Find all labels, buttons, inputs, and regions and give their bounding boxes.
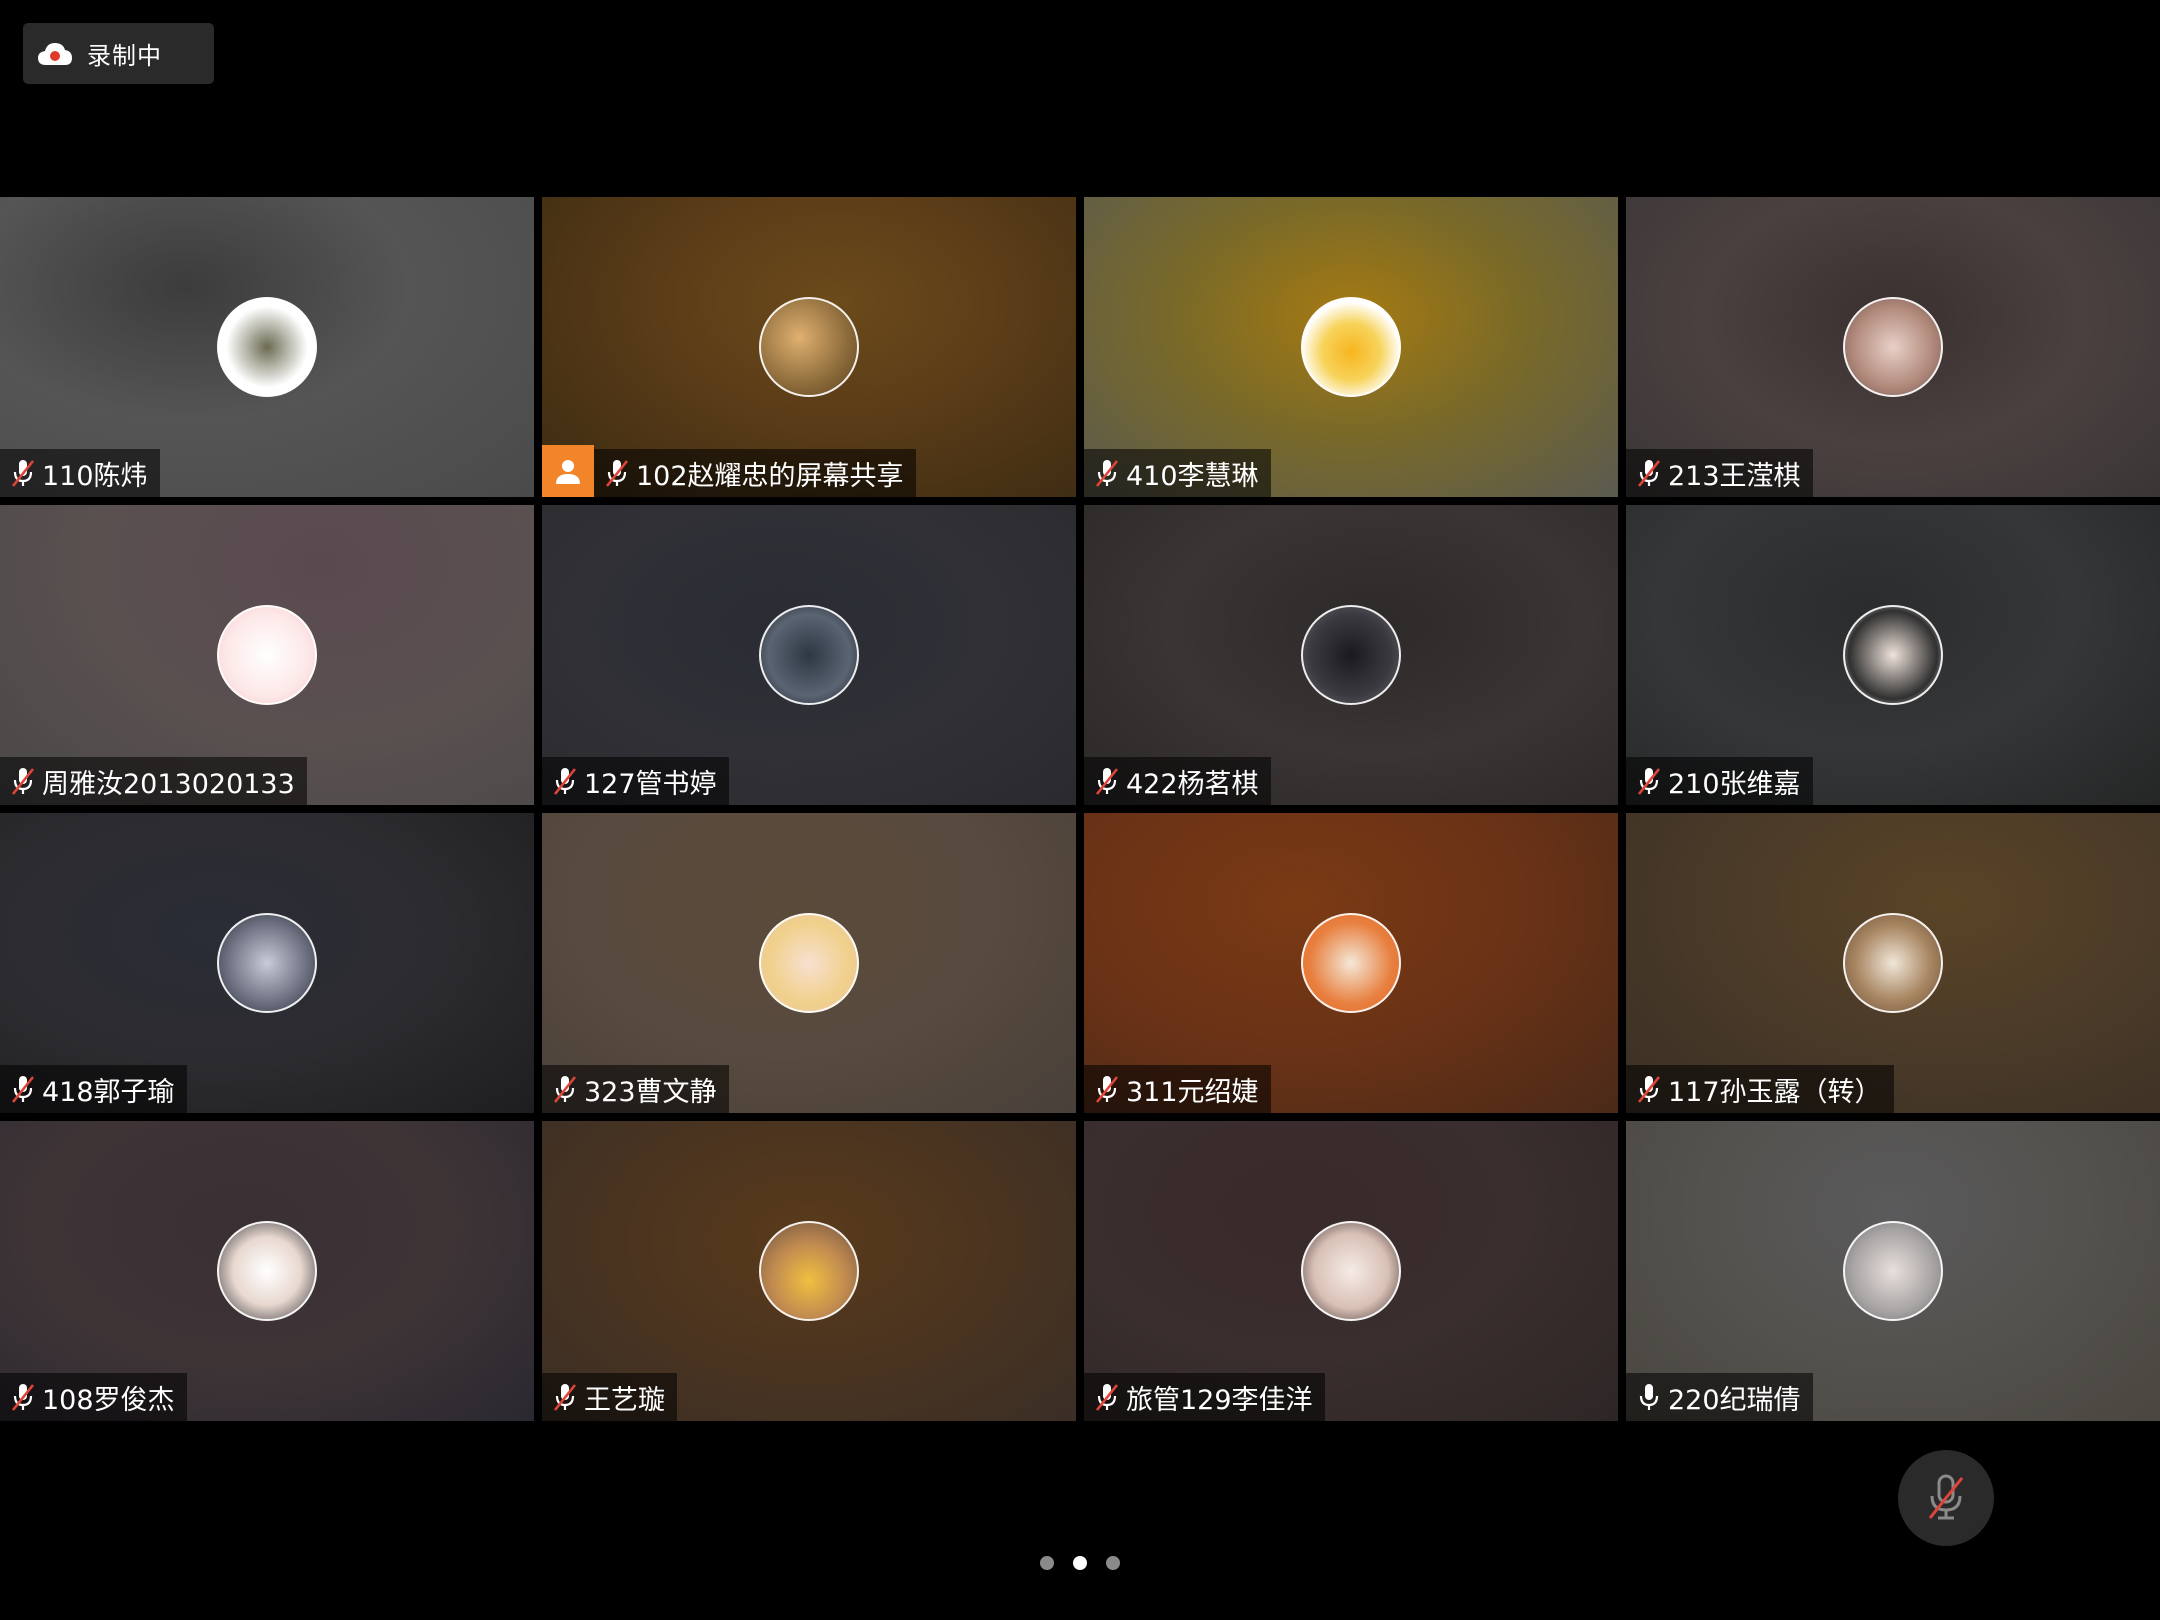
mic-muted-icon	[1095, 1076, 1119, 1103]
mic-muted-icon	[1095, 768, 1119, 795]
mic-muted-icon	[605, 460, 629, 487]
participant-name: 108罗俊杰	[42, 1384, 175, 1416]
participant-avatar	[1301, 913, 1401, 1013]
participant-name: 110陈炜	[42, 460, 148, 492]
participant-tile[interactable]: 旅管129李佳洋	[1084, 1121, 1618, 1421]
participant-avatar	[759, 605, 859, 705]
participant-name: 210张维嘉	[1668, 768, 1801, 800]
mic-muted-icon	[553, 1384, 577, 1411]
participant-tile[interactable]: 422杨茗棋	[1084, 505, 1618, 805]
participant-tile[interactable]: 127管书婷	[542, 505, 1076, 805]
mic-muted-icon	[1637, 1076, 1661, 1103]
participant-tile[interactable]: 210张维嘉	[1626, 505, 2160, 805]
participant-avatar	[1301, 1221, 1401, 1321]
participant-avatar	[217, 1221, 317, 1321]
participant-name: 王艺璇	[584, 1384, 665, 1416]
participant-name-bar: 220纪瑞倩	[1626, 1373, 1813, 1421]
participant-name: 323曹文静	[584, 1076, 717, 1108]
mic-muted-icon	[1095, 1384, 1119, 1411]
cloud-record-icon	[38, 42, 72, 65]
participant-avatar	[759, 1221, 859, 1321]
mic-muted-icon	[11, 768, 35, 795]
participant-name-bar: 311元绍婕	[1084, 1065, 1271, 1113]
mic-muted-icon	[11, 460, 35, 487]
participant-name: 102赵耀忠的屏幕共享	[636, 460, 904, 492]
mic-icon	[1639, 1384, 1659, 1410]
participant-tile[interactable]: 108罗俊杰	[0, 1121, 534, 1421]
participant-tile[interactable]: 418郭子瑜	[0, 813, 534, 1113]
participant-tile[interactable]: 周雅汝2013020133	[0, 505, 534, 805]
participant-grid: 110陈炜 102赵耀忠的屏幕共享 410李慧琳 213王滢棋周雅汝201302013…	[0, 197, 2160, 1423]
mic-muted-icon	[1928, 1474, 1964, 1520]
recording-indicator[interactable]: 录制中	[23, 23, 214, 84]
participant-name: 410李慧琳	[1126, 460, 1259, 492]
participant-name: 127管书婷	[584, 768, 717, 800]
participant-name-bar: 周雅汝2013020133	[0, 757, 307, 805]
participant-name: 311元绍婕	[1126, 1076, 1259, 1108]
participant-avatar	[217, 913, 317, 1013]
participant-name-bar: 210张维嘉	[1626, 757, 1813, 805]
mute-toggle-button[interactable]	[1898, 1450, 1994, 1546]
participant-avatar	[1843, 605, 1943, 705]
participant-tile[interactable]: 220纪瑞倩	[1626, 1121, 2160, 1421]
mic-muted-icon	[553, 768, 577, 795]
participant-name-bar: 117孙玉露（转）	[1626, 1065, 1894, 1113]
person-share-icon	[542, 445, 594, 497]
participant-tile[interactable]: 102赵耀忠的屏幕共享	[542, 197, 1076, 497]
participant-tile[interactable]: 213王滢棋	[1626, 197, 2160, 497]
participant-name: 213王滢棋	[1668, 460, 1801, 492]
participant-name-bar: 323曹文静	[542, 1065, 729, 1113]
participant-avatar	[217, 605, 317, 705]
recording-label: 录制中	[87, 42, 162, 70]
participant-name-bar: 418郭子瑜	[0, 1065, 187, 1113]
participant-tile[interactable]: 311元绍婕	[1084, 813, 1618, 1113]
page-dot[interactable]	[1106, 1556, 1120, 1570]
participant-tile[interactable]: 110陈炜	[0, 197, 534, 497]
participant-name: 422杨茗棋	[1126, 768, 1259, 800]
mic-muted-icon	[1637, 460, 1661, 487]
participant-tile[interactable]: 117孙玉露（转）	[1626, 813, 2160, 1113]
participant-avatar	[1843, 1221, 1943, 1321]
participant-name-bar: 127管书婷	[542, 757, 729, 805]
participant-name-bar: 王艺璇	[542, 1373, 677, 1421]
participant-avatar	[759, 297, 859, 397]
participant-name-bar: 102赵耀忠的屏幕共享	[594, 449, 916, 497]
participant-tile[interactable]: 王艺璇	[542, 1121, 1076, 1421]
participant-name-bar: 旅管129李佳洋	[1084, 1373, 1325, 1421]
participant-tile[interactable]: 323曹文静	[542, 813, 1076, 1113]
mic-muted-icon	[1637, 768, 1661, 795]
participant-avatar	[759, 913, 859, 1013]
participant-name: 220纪瑞倩	[1668, 1384, 1801, 1416]
participant-tile[interactable]: 410李慧琳	[1084, 197, 1618, 497]
mic-muted-icon	[11, 1076, 35, 1103]
participant-name-bar: 422杨茗棋	[1084, 757, 1271, 805]
mic-muted-icon	[553, 1076, 577, 1103]
participant-name-bar: 410李慧琳	[1084, 449, 1271, 497]
participant-name: 旅管129李佳洋	[1126, 1384, 1313, 1416]
participant-avatar	[1843, 913, 1943, 1013]
participant-name: 117孙玉露（转）	[1668, 1076, 1882, 1108]
page-indicator[interactable]	[1040, 1555, 1120, 1571]
participant-name-bar: 108罗俊杰	[0, 1373, 187, 1421]
participant-avatar	[217, 297, 317, 397]
participant-avatar	[1843, 297, 1943, 397]
page-dot[interactable]	[1073, 1556, 1087, 1570]
participant-name-bar: 110陈炜	[0, 449, 160, 497]
participant-name: 418郭子瑜	[42, 1076, 175, 1108]
page-dot[interactable]	[1040, 1556, 1054, 1570]
participant-name-bar: 213王滢棋	[1626, 449, 1813, 497]
mic-muted-icon	[1095, 460, 1119, 487]
participant-avatar	[1301, 605, 1401, 705]
participant-name: 周雅汝2013020133	[42, 768, 295, 800]
participant-avatar	[1301, 297, 1401, 397]
mic-muted-icon	[11, 1384, 35, 1411]
